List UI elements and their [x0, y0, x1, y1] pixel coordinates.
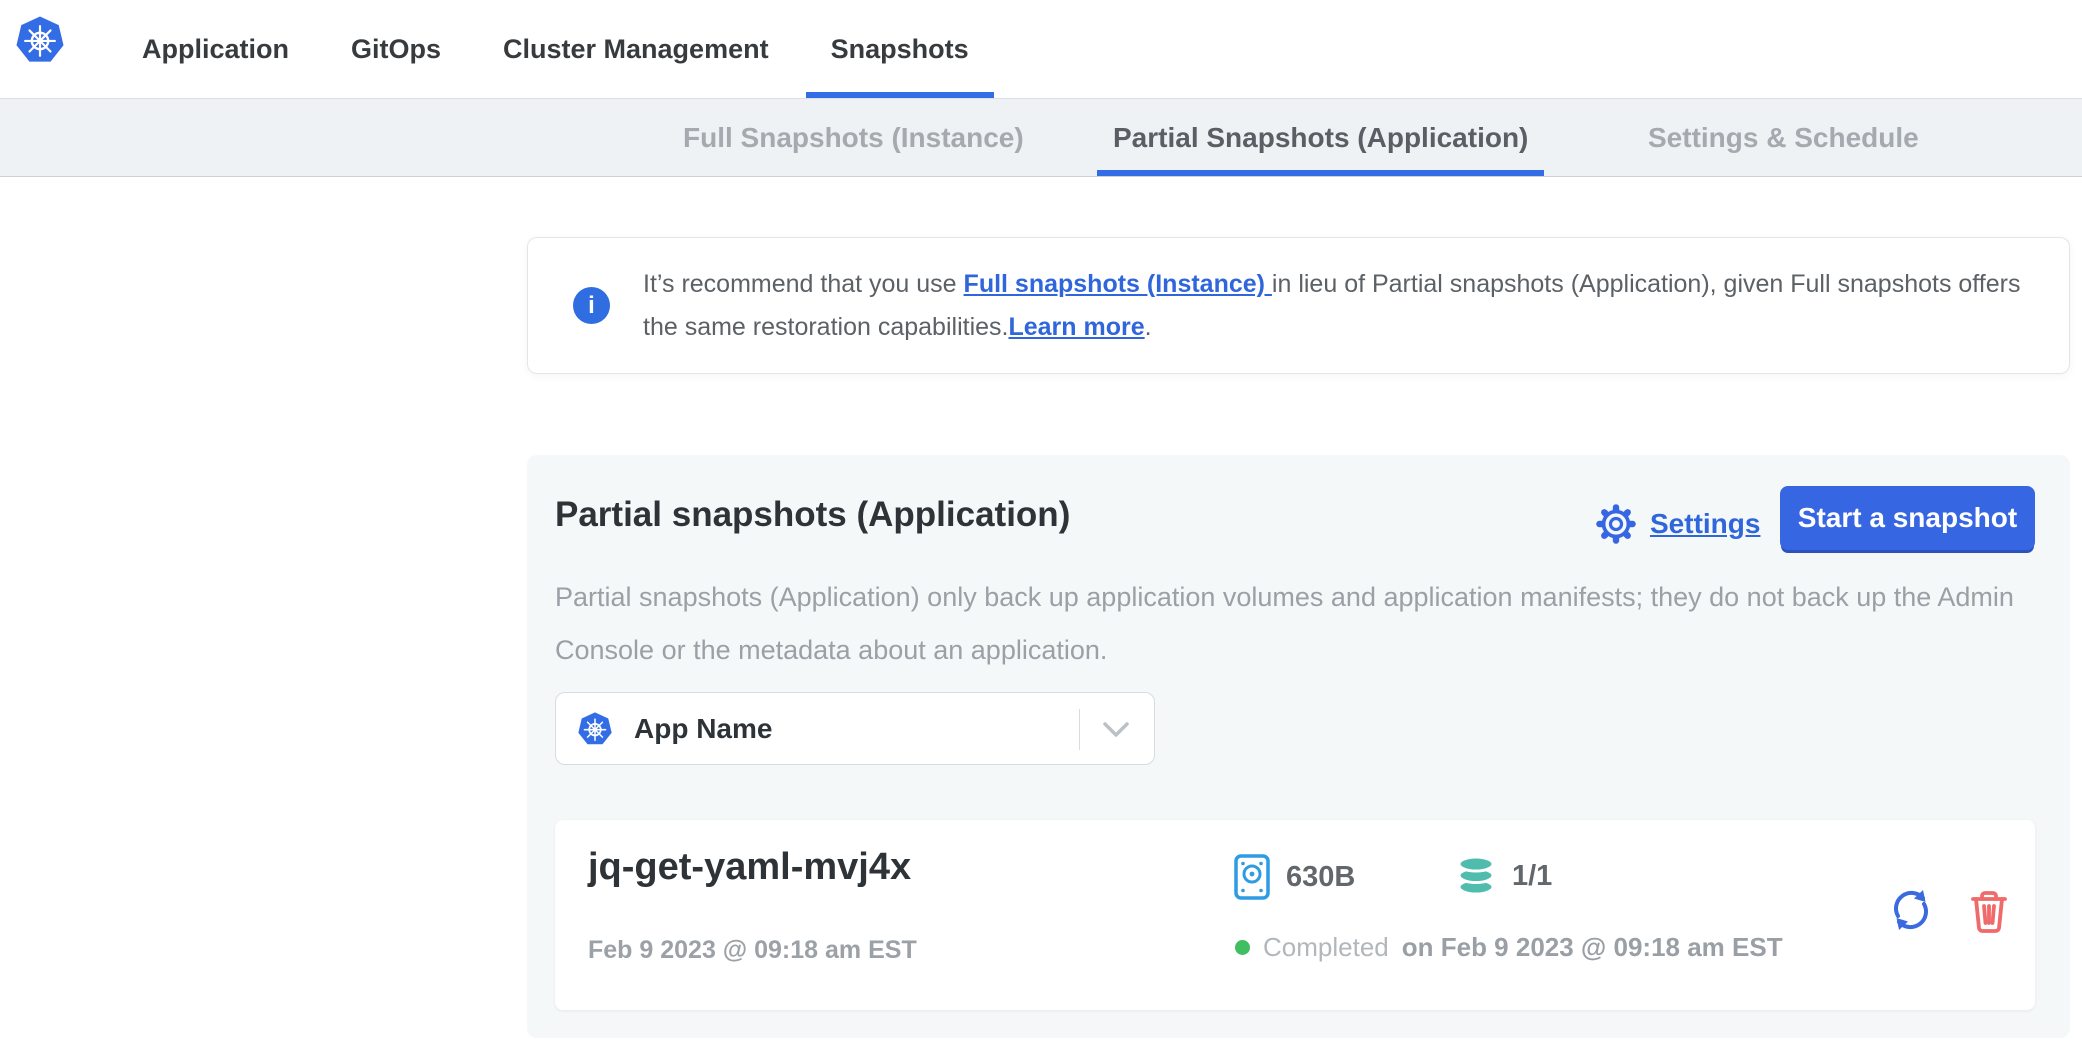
- panel-description: Partial snapshots (Application) only bac…: [555, 571, 2035, 677]
- nav-item-application[interactable]: Application: [117, 0, 314, 98]
- banner-text: It’s recommend that you use Full snapsho…: [643, 263, 2055, 349]
- restore-arrows-icon: [1887, 886, 1935, 934]
- app-name-select[interactable]: App Name: [555, 692, 1155, 765]
- tab-partial-snapshots[interactable]: Partial Snapshots (Application): [1097, 99, 1544, 176]
- nav-item-gitops[interactable]: GitOps: [326, 0, 466, 98]
- status-success-dot: [1235, 940, 1250, 955]
- kubernetes-app-icon: [578, 712, 612, 746]
- kubernetes-logo-icon: [16, 16, 64, 64]
- snapshot-settings-link[interactable]: Settings: [1593, 501, 1760, 547]
- database-stack-icon: [1455, 856, 1497, 896]
- snapshots-subnav: Full Snapshots (Instance) Partial Snapsh…: [0, 98, 2082, 177]
- info-circle-icon: i: [573, 287, 610, 324]
- learn-more-link[interactable]: Learn more: [1008, 313, 1144, 341]
- tab-full-snapshots[interactable]: Full Snapshots (Instance): [667, 99, 1040, 176]
- chevron-down-icon: [1102, 721, 1130, 739]
- start-snapshot-button[interactable]: Start a snapshot: [1780, 486, 2035, 550]
- app-select-value: App Name: [634, 713, 772, 745]
- snapshot-volumes-value: 1/1: [1512, 860, 1552, 893]
- snapshot-volumes-metric: 1/1: [1455, 856, 1552, 896]
- settings-label: Settings: [1650, 508, 1760, 540]
- partial-snapshots-panel: Partial snapshots (Application) Settings…: [527, 455, 2070, 1038]
- full-snapshots-link[interactable]: Full snapshots (Instance): [964, 270, 1272, 298]
- snapshot-size-metric: 630B: [1233, 854, 1355, 900]
- snapshot-size-value: 630B: [1286, 861, 1355, 894]
- panel-title: Partial snapshots (Application): [555, 495, 1070, 535]
- snapshots-page: Application GitOps Cluster Management Sn…: [0, 0, 2082, 1056]
- snapshot-row[interactable]: jq-get-yaml-mvj4x Feb 9 2023 @ 09:18 am …: [555, 820, 2035, 1010]
- tab-settings-schedule[interactable]: Settings & Schedule: [1632, 99, 1935, 176]
- top-navbar: Application GitOps Cluster Management Sn…: [0, 0, 2082, 98]
- banner-text-part3: .: [1145, 313, 1152, 341]
- select-divider: [1079, 709, 1080, 750]
- snapshot-status-line: Completed on Feb 9 2023 @ 09:18 am EST: [1235, 932, 1783, 963]
- restore-snapshot-button[interactable]: [1887, 886, 1935, 939]
- delete-snapshot-button[interactable]: [1969, 888, 2009, 939]
- snapshot-date: Feb 9 2023 @ 09:18 am EST: [588, 936, 917, 965]
- nav-item-snapshots[interactable]: Snapshots: [806, 0, 994, 98]
- gear-icon: [1593, 501, 1639, 547]
- nav-item-cluster-management[interactable]: Cluster Management: [478, 0, 794, 98]
- snapshot-status: Completed: [1263, 932, 1389, 963]
- trash-icon: [1969, 888, 2009, 934]
- disk-icon: [1233, 854, 1271, 900]
- banner-text-part1: It’s recommend that you use: [643, 270, 964, 298]
- snapshot-name: jq-get-yaml-mvj4x: [588, 846, 911, 889]
- recommendation-banner: i It’s recommend that you use Full snaps…: [527, 237, 2070, 374]
- snapshot-status-detail: on Feb 9 2023 @ 09:18 am EST: [1402, 932, 1783, 963]
- top-nav-items: Application GitOps Cluster Management Sn…: [117, 0, 1006, 98]
